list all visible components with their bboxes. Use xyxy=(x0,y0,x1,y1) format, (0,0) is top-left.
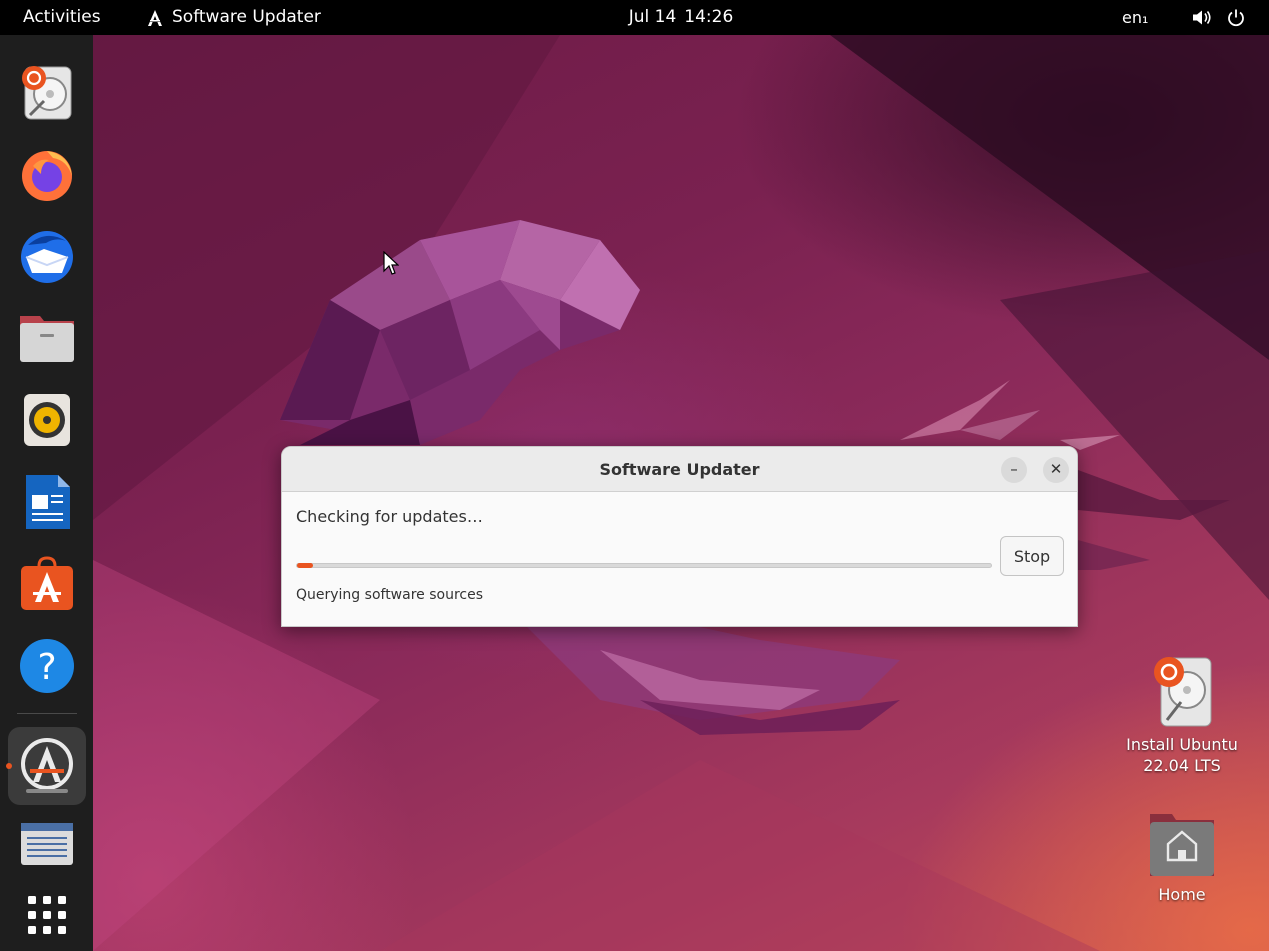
writer-icon xyxy=(26,475,70,529)
desktop-icon-install-ubuntu[interactable]: Install Ubuntu 22.04 LTS xyxy=(1112,650,1252,776)
mouse-cursor-icon xyxy=(383,251,399,275)
desktop-icon-label: Home xyxy=(1158,885,1206,904)
clock[interactable]: Jul 14 14:26 xyxy=(0,0,1269,35)
dock-item-thunderbird[interactable] xyxy=(14,223,80,289)
dock-separator xyxy=(17,713,77,714)
dock-item-rhythmbox[interactable] xyxy=(14,387,80,453)
stop-button[interactable]: Stop xyxy=(1000,536,1064,576)
power-icon[interactable] xyxy=(1227,0,1245,35)
software-updater-dialog: Software Updater – ✕ Checking for update… xyxy=(281,446,1078,627)
software-store-icon xyxy=(21,556,73,610)
dock-item-text-document[interactable] xyxy=(14,811,80,877)
close-button[interactable]: ✕ xyxy=(1043,457,1069,483)
clock-time: 14:26 xyxy=(684,7,734,27)
close-icon: ✕ xyxy=(1049,460,1063,478)
help-icon: ? xyxy=(20,639,74,693)
show-applications-button[interactable] xyxy=(14,882,80,948)
dock-item-libreoffice-writer[interactable] xyxy=(14,469,80,535)
svg-text:?: ? xyxy=(37,647,56,688)
dock-item-install-ubuntu[interactable] xyxy=(14,59,80,125)
home-folder-icon xyxy=(1150,814,1214,876)
dock-item-software-updater[interactable] xyxy=(14,733,80,799)
progress-fill xyxy=(297,563,313,568)
speaker-icon[interactable] xyxy=(1192,0,1212,35)
dock-item-files[interactable] xyxy=(14,305,80,371)
dialog-title: Software Updater xyxy=(599,460,760,479)
minimize-button[interactable]: – xyxy=(1001,457,1027,483)
progress-bar xyxy=(296,563,992,568)
dialog-header[interactable]: Software Updater – ✕ xyxy=(282,447,1077,492)
rhythmbox-icon xyxy=(24,394,70,446)
desktop-icon-home[interactable]: Home xyxy=(1122,810,1242,905)
clock-date: Jul 14 xyxy=(628,7,677,27)
software-updater-icon xyxy=(21,738,73,793)
dock-item-ubuntu-software[interactable] xyxy=(14,551,80,617)
dock-item-firefox[interactable] xyxy=(14,141,80,207)
app-grid-icon xyxy=(28,896,66,934)
status-heading: Checking for updates… xyxy=(296,507,483,526)
running-indicator xyxy=(6,763,12,769)
keyboard-layout-indicator[interactable]: en₁ xyxy=(1122,0,1148,35)
thunderbird-icon xyxy=(21,231,73,283)
install-ubuntu-icon xyxy=(22,66,72,120)
files-icon xyxy=(20,316,74,362)
firefox-icon xyxy=(22,151,72,201)
desktop-icon-label-version: 22.04 LTS xyxy=(1143,756,1221,775)
desktop-icon-label: Install Ubuntu xyxy=(1126,735,1238,754)
top-bar: Activities Software Updater Jul 14 14:26 … xyxy=(0,0,1269,35)
minimize-icon: – xyxy=(1010,460,1018,478)
dock: ? xyxy=(0,35,93,951)
install-ubuntu-icon xyxy=(1154,657,1212,727)
status-detail: Querying software sources xyxy=(296,587,484,603)
document-icon xyxy=(21,823,73,865)
dock-item-help[interactable]: ? xyxy=(14,633,80,699)
